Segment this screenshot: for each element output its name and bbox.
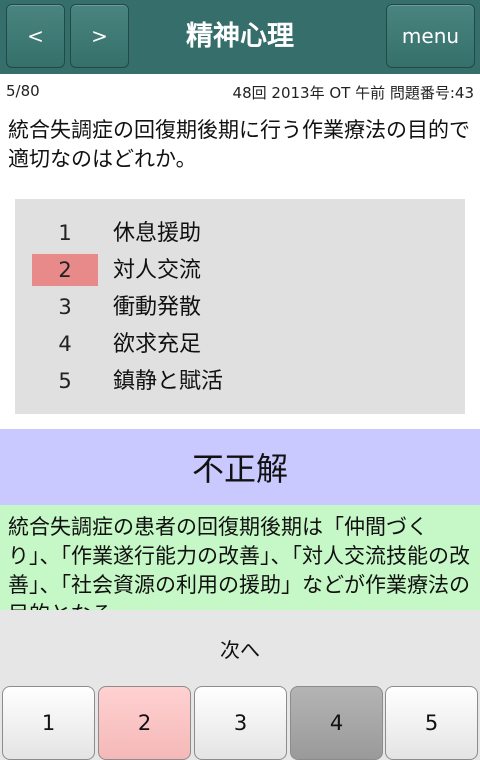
- answer-button-1[interactable]: 1: [2, 686, 95, 760]
- choice-item: 4 欲求充足: [15, 326, 465, 363]
- answer-button-2[interactable]: 2: [98, 686, 191, 760]
- next-question-button[interactable]: 次へ: [0, 610, 480, 686]
- question-text: 統合失調症の回復期後期に行う作業療法の目的で適切なのはどれか。: [8, 118, 470, 171]
- choice-number: 4: [58, 332, 72, 356]
- prev-button[interactable]: <: [6, 4, 65, 68]
- explanation-text: 統合失調症の患者の回復期後期は「仲間づくり」、「作業遂行能力の改善」、「対人交流…: [8, 515, 470, 610]
- choice-item: 3 衝動発散: [15, 289, 465, 326]
- choice-number: 5: [58, 369, 72, 393]
- menu-button[interactable]: menu: [386, 4, 475, 68]
- result-banner: 不正解: [0, 429, 480, 505]
- answer-button-3[interactable]: 3: [194, 686, 287, 760]
- page-title: 精神心理: [186, 21, 294, 52]
- choice-text: 休息援助: [113, 221, 202, 246]
- header-bar: < > 精神心理 menu: [0, 0, 480, 74]
- choice-number: 3: [58, 295, 72, 319]
- explanation-panel[interactable]: 統合失調症の患者の回復期後期は「仲間づくり」、「作業遂行能力の改善」、「対人交流…: [0, 505, 480, 610]
- answer-button-4[interactable]: 4: [290, 686, 383, 760]
- choice-item: 5 鎮静と賦活: [15, 363, 465, 400]
- choice-list: 1 休息援助 2 対人交流 3 衝動発散 4 欲求充足 5 鎮静と賦活: [15, 199, 465, 414]
- choice-number: 1: [58, 221, 72, 245]
- choice-item: 2 対人交流: [15, 252, 465, 289]
- answer-button-bar: 1 2 3 4 5: [0, 686, 480, 760]
- choice-text: 鎮静と賦活: [113, 369, 224, 394]
- choice-item: 1 休息援助: [15, 215, 465, 252]
- choice-text: 対人交流: [113, 258, 202, 283]
- exam-meta: 48回 2013年 OT 午前 問題番号:43: [232, 84, 474, 102]
- next-nav-button[interactable]: >: [70, 4, 129, 68]
- choice-number: 2: [32, 254, 98, 286]
- question-progress: 5/80: [6, 82, 40, 100]
- choice-text: 欲求充足: [113, 332, 202, 357]
- answer-button-5[interactable]: 5: [385, 686, 478, 760]
- choice-text: 衝動発散: [113, 295, 202, 320]
